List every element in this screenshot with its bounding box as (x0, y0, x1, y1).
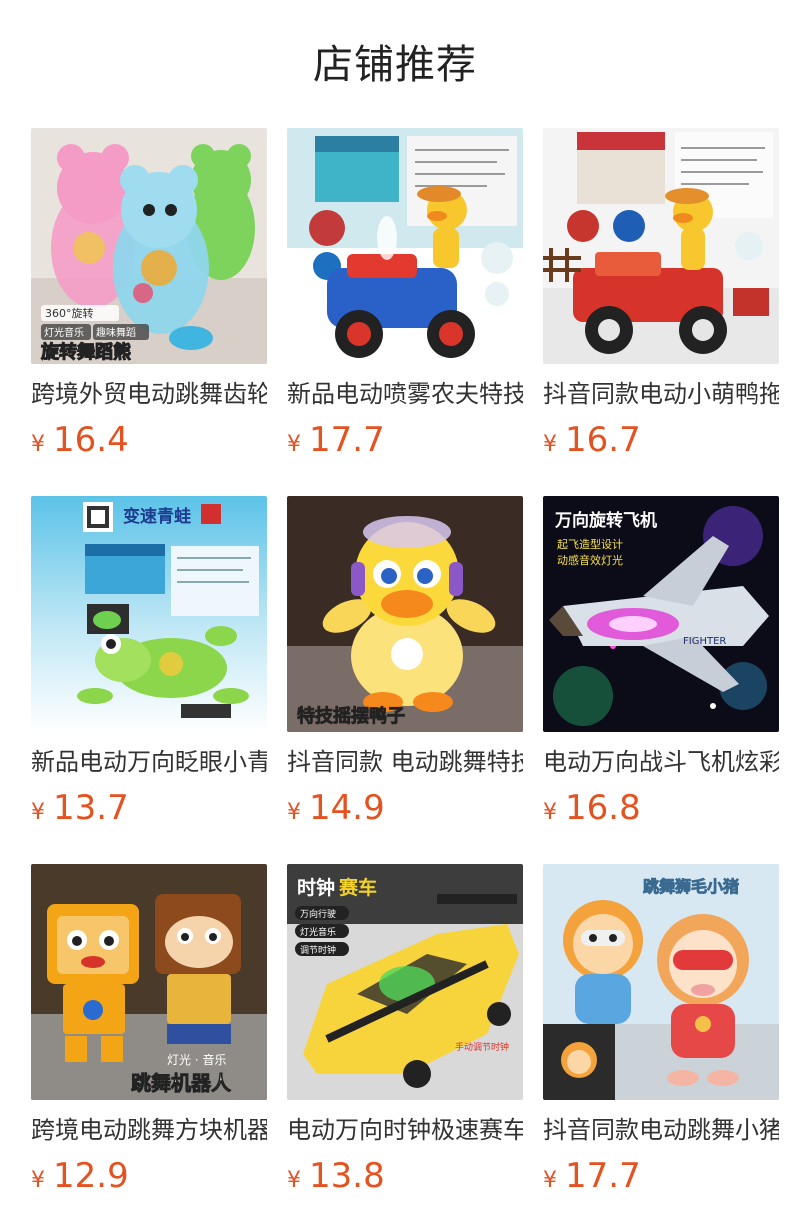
product-price: ¥ 17.7 (543, 1156, 779, 1196)
speed-frog-image[interactable]: 变速青蛙 (31, 496, 267, 732)
image-caption: 变速青蛙 (123, 506, 191, 527)
product-price: ¥ 13.7 (31, 788, 267, 828)
badge-text: 万向行驶 (300, 908, 336, 920)
currency-symbol: ¥ (31, 800, 45, 825)
product-card[interactable]: 灯光 · 音乐 跳舞机器人 跨境电动跳舞方块机器人 ¥ 12.9 (31, 864, 267, 1196)
image-caption: 万向旋转飞机 (554, 510, 657, 531)
product-card[interactable]: 特技摇摆鸭子 抖音同款 电动跳舞特技鸭子 ¥ 14.9 (287, 496, 523, 828)
image-caption: 跳舞机器人 (131, 1071, 232, 1095)
badge-text: 调节时钟 (300, 944, 336, 956)
page-title: 店铺推荐 (313, 42, 477, 88)
product-card[interactable]: 万向旋转飞机 起飞造型设计 动感音效灯光 FIGHTER 电动万向战斗飞机炫彩灯… (543, 496, 779, 828)
currency-symbol: ¥ (543, 432, 557, 457)
product-card[interactable]: 新品电动喷雾农夫特技车 ¥ 17.7 (287, 128, 523, 460)
product-name[interactable]: 抖音同款电动跳舞小猪狮 (543, 1114, 779, 1146)
product-name[interactable]: 新品电动喷雾农夫特技车 (287, 378, 523, 410)
price-value: 12.9 (53, 1156, 129, 1196)
product-price: ¥ 16.8 (543, 788, 779, 828)
badge-text: 灯光音乐 (300, 926, 336, 938)
product-card[interactable]: 时钟 赛车 万向行驶 灯光音乐 调节时钟 手动调节时钟 电动万向时钟极速赛车 ¥ (287, 864, 523, 1196)
image-line: 起飞造型设计 (557, 537, 623, 551)
image-note: 手动调节时钟 (455, 1041, 509, 1053)
currency-symbol: ¥ (543, 800, 557, 825)
currency-symbol: ¥ (287, 800, 301, 825)
image-caption: 特技摇摆鸭子 (297, 705, 405, 727)
product-name[interactable]: 跨境外贸电动跳舞齿轮熊 (31, 378, 267, 410)
product-card[interactable]: 抖音同款电动小萌鸭拖拉机 ¥ 16.7 (543, 128, 779, 460)
product-price: ¥ 13.8 (287, 1156, 523, 1196)
product-name[interactable]: 抖音同款电动小萌鸭拖拉机 (543, 378, 779, 410)
currency-symbol: ¥ (31, 432, 45, 457)
product-name[interactable]: 跨境电动跳舞方块机器人 (31, 1114, 267, 1146)
clock-race-car-image[interactable]: 时钟 赛车 万向行驶 灯光音乐 调节时钟 手动调节时钟 (287, 864, 523, 1100)
currency-symbol: ¥ (31, 1168, 45, 1193)
price-value: 16.8 (565, 788, 641, 828)
product-card[interactable]: 跳舞狮毛小猪 抖音同款电动跳舞小猪狮 ¥ (543, 864, 779, 1196)
badge-text: 360°旋转 (45, 306, 94, 320)
product-name[interactable]: 电动万向战斗飞机炫彩灯光 (543, 746, 779, 778)
image-caption: 赛车 (338, 876, 377, 899)
image-caption: 时钟 (297, 876, 335, 899)
price-value: 14.9 (309, 788, 385, 828)
price-value: 16.4 (53, 420, 129, 460)
dancing-gear-bear-image[interactable]: 360°旋转 灯光音乐 趣味舞蹈 旋转舞蹈熊 (31, 128, 267, 364)
image-line: 灯光 · 音乐 (167, 1052, 226, 1067)
badge-text: 趣味舞蹈 (96, 326, 136, 339)
image-caption: 跳舞狮毛小猪 (643, 877, 739, 896)
product-price: ¥ 16.7 (543, 420, 779, 460)
currency-symbol: ¥ (287, 432, 301, 457)
price-value: 13.7 (53, 788, 129, 828)
product-name[interactable]: 抖音同款 电动跳舞特技鸭子 (287, 746, 523, 778)
product-price: ¥ 17.7 (287, 420, 523, 460)
currency-symbol: ¥ (287, 1168, 301, 1193)
duck-tractor-image[interactable] (543, 128, 779, 364)
product-name[interactable]: 电动万向时钟极速赛车 (287, 1114, 523, 1146)
product-name[interactable]: 新品电动万向眨眼小青蛙 (31, 746, 267, 778)
page-header: 店铺推荐 (0, 0, 790, 128)
price-value: 17.7 (565, 1156, 641, 1196)
image-caption: 旋转舞蹈熊 (40, 341, 131, 363)
product-price: ¥ 12.9 (31, 1156, 267, 1196)
badge-text: 灯光音乐 (44, 326, 84, 339)
image-line: 动感音效灯光 (557, 553, 623, 567)
product-card[interactable]: 变速青蛙 新品电动万向眨眼小青蛙 (31, 496, 267, 828)
spray-farmer-duck-car-image[interactable] (287, 128, 523, 364)
swing-duck-image[interactable]: 特技摇摆鸭子 (287, 496, 523, 732)
price-value: 16.7 (565, 420, 641, 460)
svg-text:FIGHTER: FIGHTER (683, 636, 726, 647)
product-price: ¥ 16.4 (31, 420, 267, 460)
cube-robot-image[interactable]: 灯光 · 音乐 跳舞机器人 (31, 864, 267, 1100)
dancing-lion-pig-image[interactable]: 跳舞狮毛小猪 (543, 864, 779, 1100)
currency-symbol: ¥ (543, 1168, 557, 1193)
price-value: 13.8 (309, 1156, 385, 1196)
product-card[interactable]: 360°旋转 灯光音乐 趣味舞蹈 旋转舞蹈熊 跨境外贸电动跳舞齿轮熊 ¥ 16.… (31, 128, 267, 460)
fighter-plane-image[interactable]: 万向旋转飞机 起飞造型设计 动感音效灯光 FIGHTER (543, 496, 779, 732)
product-price: ¥ 14.9 (287, 788, 523, 828)
price-value: 17.7 (309, 420, 385, 460)
